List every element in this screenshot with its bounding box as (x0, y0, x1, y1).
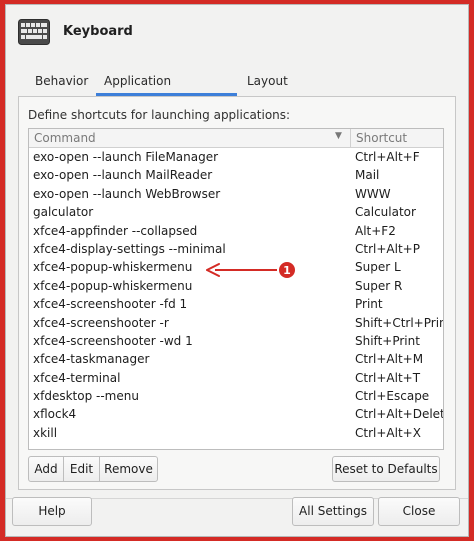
row-shortcut: Ctrl+Alt+X (355, 425, 421, 440)
row-shortcut: Mail (355, 168, 380, 183)
row-command: exo-open --launch FileManager (33, 150, 219, 164)
close-button[interactable]: Close (378, 497, 460, 526)
row-command: xflock4 (33, 407, 77, 422)
table-row[interactable]: xfdesktop --menu Ctrl+Escape (29, 387, 443, 405)
tab-bar: Behavior Application Shortcuts Layout (18, 68, 456, 114)
row-shortcut: Alt+F2 (355, 223, 396, 238)
row-command: xfce4-display-settings --minimal (33, 241, 226, 256)
table-row[interactable]: xfce4-terminal Ctrl+Alt+T (29, 369, 443, 387)
table-row[interactable]: xfce4-screenshooter -r Shift+Ctrl+Print (29, 314, 443, 332)
row-command: xfdesktop --menu (33, 389, 139, 404)
row-shortcut: Ctrl+Escape (355, 389, 430, 404)
sort-descending-icon: ▼ (335, 131, 342, 141)
row-shortcut: WWW (355, 186, 391, 201)
row-command: galculator (33, 205, 94, 220)
row-shortcut: Calculator (355, 205, 416, 220)
list-button-row: Add Edit Remove Reset to Defaults (28, 456, 444, 482)
row-command: exo-open --launch WebBrowser (33, 186, 221, 201)
row-command: xfce4-popup-whiskermenu (33, 260, 193, 275)
row-command: exo-open --launch MailReader (33, 168, 213, 183)
table-row[interactable]: xkill Ctrl+Alt+X (29, 424, 443, 442)
row-shortcut: Ctrl+Alt+Delete (355, 407, 444, 422)
row-shortcut: Super R (355, 278, 403, 293)
row-command: xkill (33, 425, 58, 440)
row-shortcut: Ctrl+Alt+F (355, 150, 420, 164)
row-shortcut: Ctrl+Alt+P (355, 241, 420, 256)
row-command: xfce4-appfinder --collapsed (33, 223, 198, 238)
table-row[interactable]: xfce4-display-settings --minimal Ctrl+Alt… (29, 240, 443, 258)
keyboard-icon (18, 19, 50, 45)
application-shortcuts-panel: Define shortcuts for launching applicati… (18, 96, 456, 490)
table-body: exo-open --launch FileManager Ctrl+Alt+F e… (29, 148, 443, 442)
help-button[interactable]: Help (12, 497, 92, 526)
title-bar: Keyboard (6, 5, 468, 59)
tab-application-shortcuts[interactable]: Application Shortcuts (96, 68, 237, 114)
row-shortcut: Ctrl+Alt+T (355, 370, 421, 385)
annotation-callout: 1 (206, 262, 295, 278)
row-command: xfce4-popup-whiskermenu (33, 278, 193, 293)
row-command: xfce4-screenshooter -wd 1 (33, 333, 193, 348)
table-row[interactable]: exo-open --launch FileManager Ctrl+Alt+F (29, 148, 443, 166)
tab-layout[interactable]: Layout (237, 68, 307, 96)
add-button[interactable]: Add (28, 456, 64, 482)
all-settings-button[interactable]: All Settings (292, 497, 374, 526)
table-row[interactable]: xfce4-appfinder --collapsed Alt+F2 (29, 222, 443, 240)
window-title: Keyboard (63, 24, 133, 39)
row-shortcut: Super L (355, 260, 401, 275)
panel-description: Define shortcuts for launching applicati… (28, 108, 291, 122)
table-header: Command ▼ Shortcut (29, 129, 443, 148)
table-row[interactable]: xflock4 Ctrl+Alt+Delete (29, 405, 443, 423)
row-command: xfce4-terminal (33, 370, 121, 385)
row-command: xfce4-screenshooter -fd 1 (33, 297, 188, 312)
row-shortcut: Ctrl+Alt+M (355, 352, 424, 367)
remove-button[interactable]: Remove (99, 456, 158, 482)
row-shortcut: Print (355, 297, 383, 312)
column-header-shortcut[interactable]: Shortcut (356, 131, 407, 145)
table-row[interactable]: xfce4-popup-whiskermenu Super R (29, 277, 443, 295)
annotation-number: 1 (283, 264, 291, 277)
table-row[interactable]: xfce4-screenshooter -fd 1 Print (29, 295, 443, 313)
table-row[interactable]: galculator Calculator (29, 203, 443, 221)
edit-button[interactable]: Edit (63, 456, 100, 482)
row-command: xfce4-taskmanager (33, 352, 150, 367)
table-row[interactable]: exo-open --launch WebBrowser WWW (29, 185, 443, 203)
row-shortcut: Shift+Ctrl+Print (355, 315, 444, 330)
row-command: xfce4-screenshooter -r (33, 315, 169, 330)
shortcuts-table[interactable]: Command ▼ Shortcut exo-open --launch Fil… (28, 128, 444, 450)
tab-behavior[interactable]: Behavior (18, 68, 96, 96)
reset-to-defaults-button[interactable]: Reset to Defaults (332, 456, 440, 482)
column-divider[interactable] (350, 129, 351, 148)
table-row[interactable]: xfce4-screenshooter -wd 1 Shift+Print (29, 332, 443, 350)
row-shortcut: Shift+Print (355, 333, 420, 348)
table-row[interactable]: xfce4-taskmanager Ctrl+Alt+M (29, 350, 443, 368)
table-row[interactable]: exo-open --launch MailReader Mail (29, 166, 443, 184)
column-header-command[interactable]: Command (34, 131, 96, 145)
